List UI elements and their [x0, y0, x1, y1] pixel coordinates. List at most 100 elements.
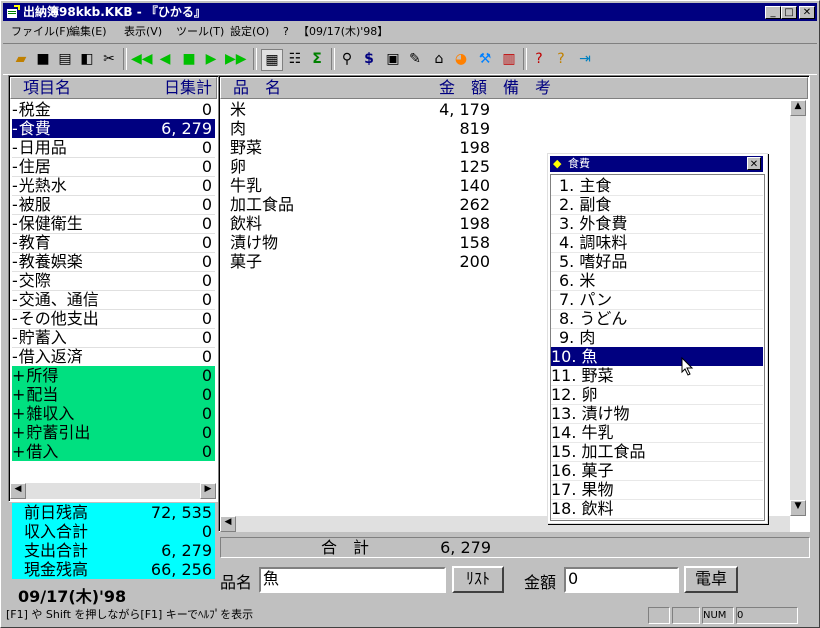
- popup-item[interactable]: 1. 主食: [551, 176, 763, 196]
- category-row[interactable]: -教養娯楽 0: [12, 252, 215, 272]
- horizontal-scrollbar[interactable]: [26, 483, 200, 499]
- popup-item-label: 10. 魚: [551, 347, 598, 366]
- category-row[interactable]: -税金 0: [12, 100, 215, 120]
- detail-scroll-left-button[interactable]: ◀: [220, 516, 236, 532]
- maximize-button[interactable]: □: [781, 6, 797, 19]
- status-extra: 0: [736, 607, 798, 624]
- preview-icon[interactable]: ◧: [77, 49, 97, 69]
- category-row[interactable]: -食費 6, 279: [12, 119, 215, 138]
- prev-icon[interactable]: ◀: [155, 49, 175, 69]
- app-icon: [7, 5, 20, 18]
- category-row[interactable]: -日用品 0: [12, 138, 215, 158]
- title-bar: 出納簿98kkb.KKB - 『ひかる』 _ □ ✕: [3, 3, 817, 21]
- menu-settings[interactable]: 設定(O): [230, 22, 269, 41]
- last-icon[interactable]: ▶▶: [225, 49, 247, 69]
- category-row[interactable]: -光熱水 0: [12, 176, 215, 196]
- popup-close-icon[interactable]: ✕: [747, 157, 761, 170]
- category-row[interactable]: +雑収入 0: [12, 404, 215, 423]
- menu-help[interactable]: ?: [283, 22, 289, 41]
- category-row[interactable]: -被服 0: [12, 195, 215, 215]
- vertical-scrollbar[interactable]: [790, 116, 806, 500]
- menu-edit[interactable]: 編集(E): [69, 22, 107, 41]
- popup-item[interactable]: 5. 嗜好品: [551, 252, 763, 272]
- menu-file[interactable]: ファイル(F): [11, 22, 70, 41]
- category-value: 0: [201, 290, 212, 309]
- popup-item[interactable]: 14. 牛乳: [551, 423, 763, 443]
- item-name-input[interactable]: 魚: [259, 567, 446, 593]
- popup-item[interactable]: 4. 調味料: [551, 233, 763, 253]
- popup-item[interactable]: 18. 飲料: [551, 499, 763, 519]
- popup-item-label: 1. 主食: [559, 176, 612, 195]
- save-icon[interactable]: ■: [33, 49, 53, 69]
- close-button[interactable]: ✕: [799, 6, 815, 19]
- popup-item[interactable]: 17. 果物: [551, 480, 763, 500]
- view-icon[interactable]: ▦: [261, 49, 283, 71]
- category-name: 貯蓄引出: [26, 423, 91, 442]
- category-row[interactable]: -教育 0: [12, 233, 215, 253]
- detail-col-note: 備 考: [503, 78, 552, 97]
- category-row[interactable]: -交際 0: [12, 271, 215, 291]
- category-row[interactable]: -保健衛生 0: [12, 214, 215, 234]
- detail-row[interactable]: 米 4, 179: [228, 100, 788, 119]
- memo-icon[interactable]: ✎: [405, 49, 425, 69]
- scroll-right-button[interactable]: ▶: [200, 483, 216, 499]
- popup-item[interactable]: 6. 米: [551, 271, 763, 291]
- dollar-icon[interactable]: $: [359, 49, 379, 69]
- calendar-icon[interactable]: ▣: [383, 49, 403, 69]
- menu-tools[interactable]: ツール(T): [176, 22, 224, 41]
- category-row[interactable]: +配当 0: [12, 385, 215, 404]
- popup-item[interactable]: 2. 副食: [551, 195, 763, 215]
- context-help-icon[interactable]: ?: [529, 49, 549, 69]
- pie-chart-icon[interactable]: ◕: [451, 49, 471, 69]
- category-row[interactable]: -交通、通信 0: [12, 290, 215, 310]
- menu-view[interactable]: 表示(V): [124, 22, 162, 41]
- popup-item[interactable]: 10. 魚: [551, 347, 763, 366]
- amount-input[interactable]: 0: [564, 567, 679, 593]
- popup-item[interactable]: 9. 肉: [551, 328, 763, 348]
- detail-value: 200: [459, 252, 490, 271]
- stop-icon[interactable]: ■: [179, 49, 199, 69]
- category-row[interactable]: +貯蓄引出 0: [12, 423, 215, 442]
- help-icon[interactable]: ?: [551, 49, 571, 69]
- category-row[interactable]: -その他支出 0: [12, 309, 215, 329]
- scroll-up-button[interactable]: ▲: [790, 100, 806, 116]
- next-icon[interactable]: ▶: [201, 49, 221, 69]
- popup-item[interactable]: 12. 卵: [551, 385, 763, 405]
- open-icon[interactable]: ▰: [11, 49, 31, 69]
- detail-name: 漬け物: [230, 233, 279, 252]
- popup-item[interactable]: 3. 外食費: [551, 214, 763, 234]
- popup-item[interactable]: 15. 加工食品: [551, 442, 763, 462]
- category-col-daily: 日集計: [163, 78, 212, 97]
- popup-item[interactable]: 8. うどん: [551, 309, 763, 329]
- exit-icon[interactable]: ⇥: [575, 49, 595, 69]
- print-icon[interactable]: ▤: [55, 49, 75, 69]
- scroll-down-button[interactable]: ▼: [790, 500, 806, 516]
- category-row[interactable]: +借入 0: [12, 442, 215, 461]
- calculator-button[interactable]: 電卓: [684, 566, 738, 593]
- sum-icon[interactable]: Σ: [307, 49, 327, 69]
- report-icon[interactable]: ⌂: [429, 49, 449, 69]
- chart-icon[interactable]: ▥: [499, 49, 519, 69]
- detail-value: 198: [459, 214, 490, 233]
- category-row[interactable]: -借入返済 0: [12, 347, 215, 367]
- scroll-left-button[interactable]: ◀: [10, 483, 26, 499]
- popup-item[interactable]: 13. 漬け物: [551, 404, 763, 424]
- minimize-button[interactable]: _: [765, 6, 781, 19]
- toolbar-separator: [253, 48, 257, 70]
- detail-row[interactable]: 肉 819: [228, 119, 788, 138]
- popup-item[interactable]: 16. 菓子: [551, 461, 763, 481]
- tool-icon[interactable]: ⚒: [475, 49, 495, 69]
- category-value: 0: [201, 214, 212, 233]
- popup-item[interactable]: 7. パン: [551, 290, 763, 310]
- find-icon[interactable]: ⚲: [337, 49, 357, 69]
- category-row[interactable]: -住居 0: [12, 157, 215, 177]
- category-row[interactable]: +所得 0: [12, 366, 215, 385]
- first-icon[interactable]: ◀◀: [131, 49, 153, 69]
- popup-item[interactable]: 11. 野菜: [551, 366, 763, 386]
- category-row[interactable]: -貯蓄入 0: [12, 328, 215, 348]
- status-bar: [F1] や Shift を押しながら[F1] キーでﾍﾙﾌﾟを表示 NUM 0: [2, 605, 816, 624]
- list-view-icon[interactable]: ☷: [285, 49, 305, 69]
- cut-icon[interactable]: ✂: [99, 49, 119, 69]
- category-prefix: -: [12, 271, 18, 290]
- list-button[interactable]: ﾘｽﾄ: [452, 566, 504, 593]
